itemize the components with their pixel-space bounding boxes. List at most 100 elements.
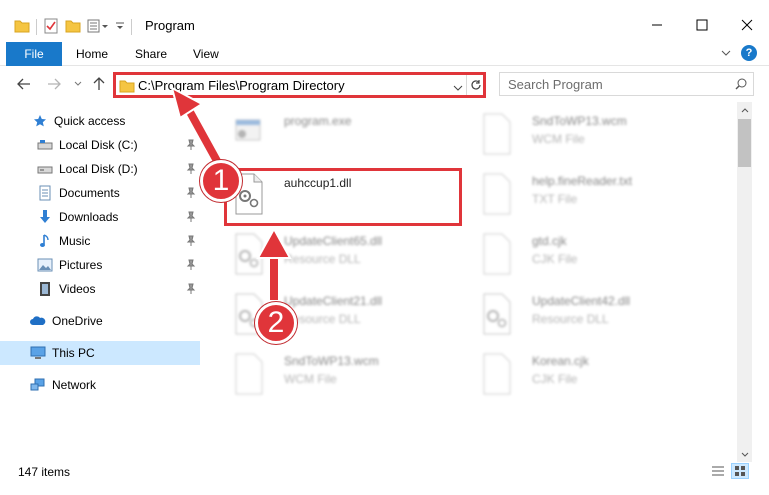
search-input[interactable]: Search Program bbox=[508, 77, 603, 92]
window-title: Program bbox=[145, 18, 195, 33]
sidebar-item-local-disk-d[interactable]: Local Disk (D:) bbox=[0, 157, 200, 181]
this-pc-icon bbox=[30, 345, 46, 361]
sidebar-item-label: Pictures bbox=[59, 258, 103, 272]
sidebar-item-local-disk-c[interactable]: Local Disk (C:) bbox=[0, 133, 200, 157]
file-name: SndToWP13.wcm bbox=[284, 354, 379, 368]
file-icon bbox=[478, 112, 516, 156]
sidebar-item-network[interactable]: Network bbox=[0, 373, 200, 397]
navigation-bar: C:\Program Files\Program Directory Searc… bbox=[0, 66, 769, 102]
drive-icon bbox=[37, 137, 53, 153]
title-bar: Program bbox=[0, 0, 769, 40]
file-list: program.exe SndToWP13.wcm WCM File auhcc… bbox=[210, 102, 738, 462]
address-dropdown-icon[interactable] bbox=[453, 81, 463, 95]
sidebar-item-music[interactable]: Music bbox=[0, 229, 200, 253]
qat-dropdown-icon[interactable] bbox=[115, 20, 125, 34]
file-name: UpdateClient42.dll bbox=[532, 294, 631, 308]
pin-icon[interactable] bbox=[186, 139, 196, 154]
sidebar-item-label: OneDrive bbox=[52, 314, 103, 328]
chevron-up-icon bbox=[741, 107, 748, 112]
file-type: WCM File bbox=[284, 372, 337, 386]
search-icon[interactable] bbox=[735, 78, 747, 93]
minimize-button[interactable] bbox=[634, 10, 679, 40]
sidebar-item-label: Local Disk (D:) bbox=[59, 162, 138, 176]
sidebar-item-pictures[interactable]: Pictures bbox=[0, 253, 200, 277]
sidebar-item-quick-access[interactable]: Quick access bbox=[0, 109, 200, 133]
file-item[interactable]: UpdateClient65.dll Resource DLL bbox=[220, 226, 450, 282]
expand-ribbon-icon[interactable] bbox=[721, 46, 731, 60]
pictures-icon bbox=[37, 257, 53, 273]
recent-locations-button[interactable] bbox=[70, 76, 86, 92]
divider bbox=[36, 19, 37, 35]
pin-icon[interactable] bbox=[186, 163, 196, 178]
pin-icon[interactable] bbox=[186, 283, 196, 298]
scroll-thumb[interactable] bbox=[738, 119, 751, 167]
star-icon bbox=[32, 113, 48, 129]
folder-icon bbox=[14, 19, 30, 36]
close-icon bbox=[741, 19, 752, 31]
tab-view[interactable]: View bbox=[193, 42, 219, 66]
forward-button[interactable] bbox=[46, 76, 62, 92]
file-icon bbox=[478, 172, 516, 216]
file-item[interactable]: program.exe bbox=[220, 106, 450, 162]
dll-gear-icon bbox=[230, 232, 268, 276]
file-type: Resource DLL bbox=[284, 252, 361, 266]
file-type: TXT File bbox=[532, 192, 578, 206]
details-view-button[interactable] bbox=[709, 463, 727, 479]
file-icon bbox=[478, 352, 516, 396]
details-view-icon bbox=[712, 466, 724, 476]
window-controls bbox=[634, 10, 769, 40]
file-name: gtd.cjk bbox=[532, 234, 567, 248]
refresh-button[interactable] bbox=[466, 75, 484, 95]
file-item[interactable]: SndToWP13.wcm WCM File bbox=[468, 106, 698, 162]
scroll-down-button[interactable] bbox=[737, 447, 752, 462]
large-icons-view-button[interactable] bbox=[731, 463, 749, 479]
onedrive-icon bbox=[30, 313, 46, 329]
vertical-scrollbar[interactable] bbox=[737, 102, 752, 462]
item-count: 147 items bbox=[18, 465, 71, 479]
back-button[interactable] bbox=[16, 76, 32, 92]
close-button[interactable] bbox=[724, 10, 769, 40]
pin-icon[interactable] bbox=[186, 235, 196, 250]
sidebar-item-label: Downloads bbox=[59, 210, 119, 224]
chevron-down-icon bbox=[74, 81, 82, 86]
sidebar-item-this-pc[interactable]: This PC bbox=[0, 341, 200, 365]
properties-icon[interactable] bbox=[43, 18, 59, 37]
up-button[interactable] bbox=[91, 76, 107, 92]
help-button[interactable]: ? bbox=[741, 45, 757, 61]
network-icon bbox=[30, 377, 46, 393]
scroll-up-button[interactable] bbox=[737, 102, 752, 117]
tab-home[interactable]: Home bbox=[76, 42, 108, 66]
sidebar-item-documents[interactable]: Documents bbox=[0, 181, 200, 205]
file-type: CJK File bbox=[532, 252, 578, 266]
file-item[interactable]: UpdateClient21.dll Resource DLL bbox=[220, 286, 450, 342]
pin-icon[interactable] bbox=[186, 187, 196, 202]
file-type: CJK File bbox=[532, 372, 578, 386]
documents-icon bbox=[37, 185, 53, 201]
sidebar-item-videos[interactable]: Videos bbox=[0, 277, 200, 301]
file-item[interactable]: UpdateClient42.dll Resource DLL bbox=[468, 286, 698, 342]
navigation-pane: Quick access Local Disk (C:) Local Disk … bbox=[0, 102, 205, 462]
sidebar-item-label: This PC bbox=[52, 346, 95, 360]
tab-file[interactable]: File bbox=[6, 42, 62, 66]
address-path[interactable]: C:\Program Files\Program Directory bbox=[138, 78, 345, 93]
file-item[interactable]: gtd.cjk CJK File bbox=[468, 226, 698, 282]
address-bar[interactable]: C:\Program Files\Program Directory bbox=[113, 72, 486, 98]
file-name: program.exe bbox=[284, 114, 352, 128]
file-name: help.fineReader.txt bbox=[532, 174, 633, 188]
search-box[interactable]: Search Program bbox=[499, 72, 754, 96]
pin-icon[interactable] bbox=[186, 211, 196, 226]
sidebar-item-label: Music bbox=[59, 234, 91, 248]
file-item[interactable]: SndToWP13.wcm WCM File bbox=[220, 346, 450, 402]
sidebar-item-downloads[interactable]: Downloads bbox=[0, 205, 200, 229]
file-item-highlighted[interactable]: auhccup1.dll bbox=[220, 166, 450, 222]
new-folder-icon[interactable] bbox=[65, 19, 81, 36]
file-item[interactable]: help.fineReader.txt TXT File bbox=[468, 166, 698, 222]
file-item[interactable]: Korean.cjk CJK File bbox=[468, 346, 698, 402]
sidebar-item-onedrive[interactable]: OneDrive bbox=[0, 309, 200, 333]
customize-icon[interactable] bbox=[87, 19, 109, 36]
downloads-icon bbox=[37, 209, 53, 225]
pin-icon[interactable] bbox=[186, 259, 196, 274]
tab-share[interactable]: Share bbox=[135, 42, 167, 66]
drive-icon bbox=[37, 161, 53, 177]
maximize-button[interactable] bbox=[679, 10, 724, 40]
